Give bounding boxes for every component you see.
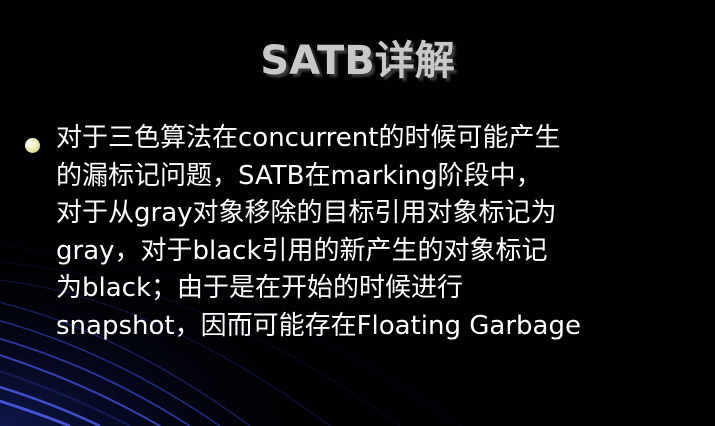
bullet-line-2: 的漏标记问题，SATB在marking阶段中， <box>56 160 542 191</box>
bullet-line-5: 为black；由于是在开始的时候进行 <box>56 273 464 303</box>
bullet-line-1: 对于三色算法在concurrent的时候可能产生 <box>56 123 561 153</box>
bullet-line-3: 对于从gray对象移除的目标引用对象标记为 <box>56 198 557 228</box>
bullet-line-4: gray，对于black引用的新产生的对象标记 <box>56 235 548 266</box>
bullet-text: 对于三色算法在concurrent的时候可能产生 的漏标记问题，SATB在mar… <box>56 120 696 345</box>
bullet-dot-icon <box>25 138 40 153</box>
slide-title: SATB详解 <box>260 38 455 84</box>
slide: SATB详解 对于三色算法在concurrent的时候可能产生 的漏标记问题，S… <box>0 0 715 426</box>
bullet-line-6: snapshot，因而可能存在Floating Garbage <box>56 310 581 341</box>
